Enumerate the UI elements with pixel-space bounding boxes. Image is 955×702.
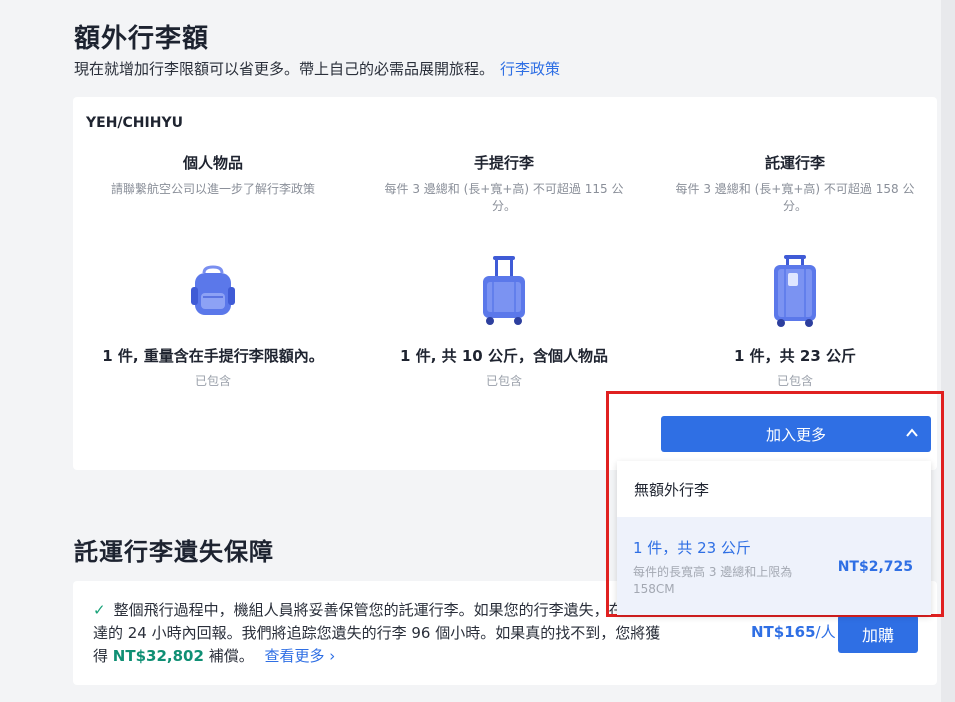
see-more-label: 查看更多 [264, 647, 325, 665]
option-one-piece[interactable]: 1 件，共 23 公斤 每件的長寬高 3 邊總和上限為 158CM NT$2,7… [617, 517, 931, 615]
column-amount: 1 件, 共 10 公斤，含個人物品 [400, 347, 608, 365]
column-title: 個人物品 [182, 154, 243, 172]
check-icon: ✓ [93, 601, 106, 619]
description-text-end: 補償。 [208, 647, 254, 665]
carry-on-suitcase-icon [474, 251, 534, 331]
baggage-policy-link[interactable]: 行李政策 [500, 60, 560, 78]
checked-baggage-column: 託運行李 每件 3 邊總和 (長+寬+高) 不可超過 158 公分。 1 件，共… [665, 152, 925, 389]
included-label: 已包含 [776, 374, 813, 388]
add-more-dropdown: 無額外行李 1 件，共 23 公斤 每件的長寬高 3 邊總和上限為 158CM … [617, 461, 931, 615]
checked-suitcase-icon [765, 251, 825, 331]
chevron-up-icon [905, 426, 919, 444]
see-more-link[interactable]: 查看更多 › [264, 647, 335, 665]
column-title: 託運行李 [764, 154, 825, 172]
per-person: /人 [815, 623, 836, 641]
included-label: 已包含 [194, 374, 231, 388]
lost-baggage-description: ✓ 整個飛行過程中，機組人員將妥善保管您的託運行李。如果您的行李遺失，在班機抵達的… [93, 599, 673, 668]
extra-baggage-subtitle: 現在就增加行李限額可以省更多。帶上自己的必需品展開旅程。 行李政策 [74, 58, 560, 79]
column-amount: 1 件, 重量含在手提行李限額內。 [102, 347, 324, 365]
compensation-amount: NT$32,802 [112, 647, 204, 665]
option-no-extra[interactable]: 無額外行李 [617, 461, 931, 517]
column-desc: 每件 3 邊總和 (長+寬+高) 不可超過 115 公分。 [384, 182, 624, 213]
price-value: NT$165 [751, 623, 816, 641]
column-amount: 1 件，共 23 公斤 [734, 347, 856, 365]
backpack-icon [183, 251, 243, 331]
extra-baggage-title: 額外行李額 [74, 24, 210, 54]
option-price: NT$2,725 [837, 559, 913, 575]
carry-on-column: 手提行李 每件 3 邊總和 (長+寬+高) 不可超過 115 公分。 1 件, … [374, 152, 634, 389]
add-more-label: 加入更多 [765, 425, 826, 444]
column-title: 手提行李 [473, 154, 534, 172]
column-desc: 請聯繫航空公司以進一步了解行李政策 [110, 182, 315, 196]
insurance-price: NT$165/人 [751, 621, 836, 642]
add-more-button[interactable]: 加入更多 [661, 416, 931, 452]
included-label: 已包含 [485, 374, 522, 388]
passenger-name: YEH/CHIHYU [86, 115, 183, 131]
lost-baggage-title: 託運行李遺失保障 [74, 538, 274, 566]
buy-insurance-button[interactable]: 加購 [838, 615, 918, 653]
personal-item-column: 個人物品 請聯繫航空公司以進一步了解行李政策 1 件, 重量含在手提行李限額內。… [83, 152, 343, 389]
column-desc: 每件 3 邊總和 (長+寬+高) 不可超過 158 公分。 [675, 182, 915, 213]
subtitle-text: 現在就增加行李限額可以省更多。帶上自己的必需品展開旅程。 [74, 60, 495, 78]
option-title: 1 件，共 23 公斤 [633, 539, 751, 557]
option-desc: 每件的長寬高 3 邊總和上限為 158CM [633, 565, 793, 596]
chevron-right-icon: › [329, 647, 336, 665]
